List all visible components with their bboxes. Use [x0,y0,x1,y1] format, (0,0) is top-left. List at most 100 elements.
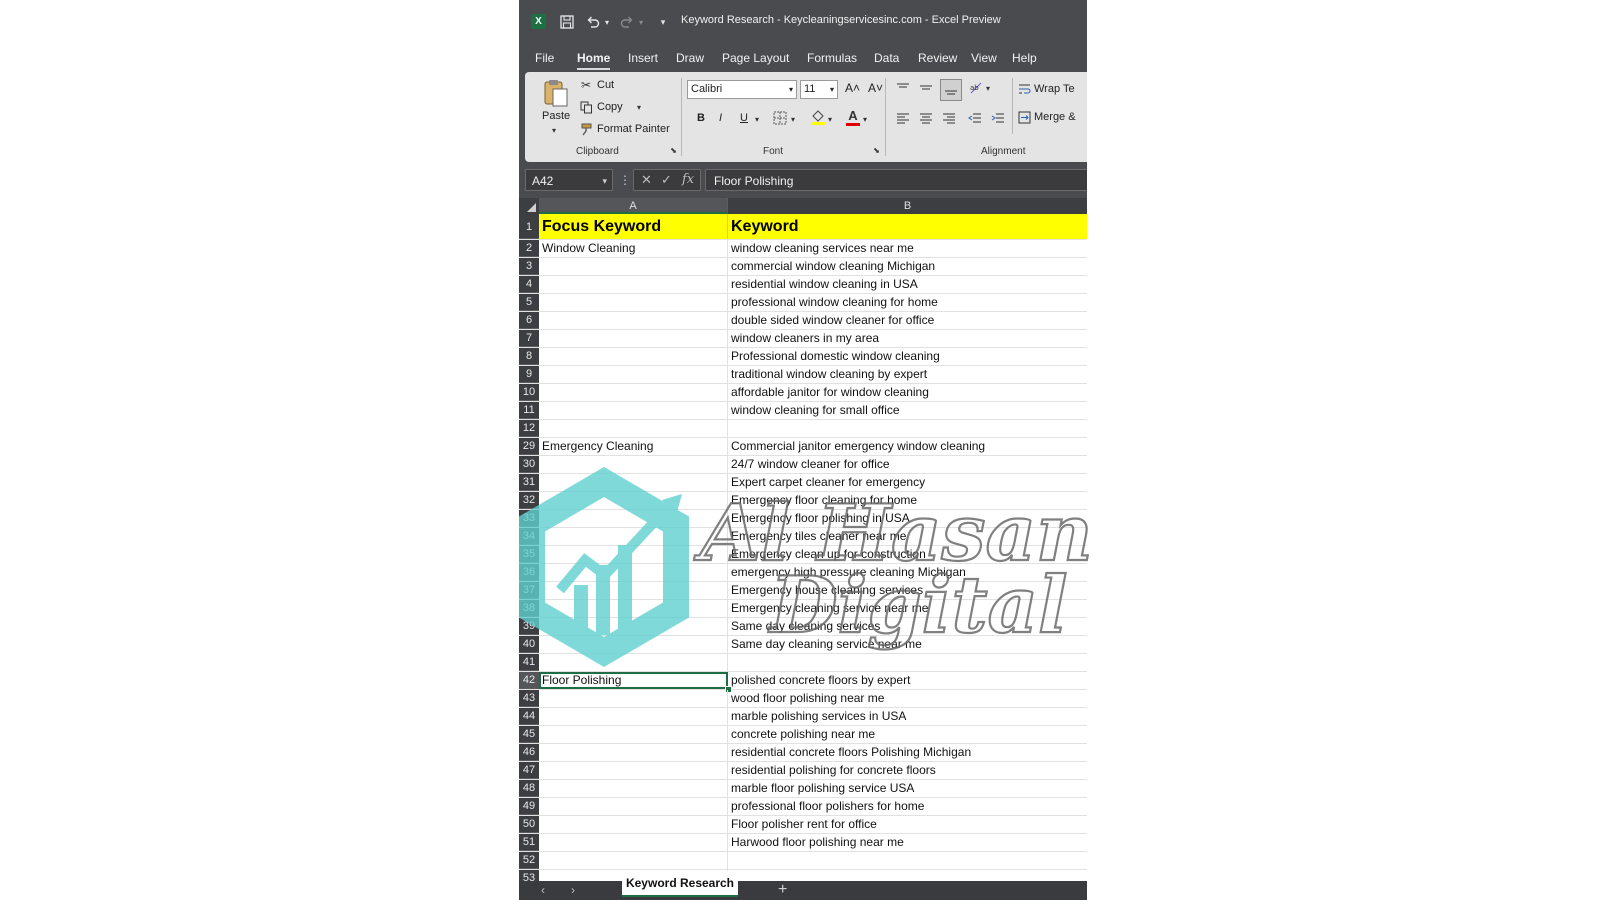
cell-b[interactable]: Commercial janitor emergency window clea… [728,438,1087,455]
next-sheet-icon[interactable]: › [571,883,575,897]
align-center-icon[interactable] [918,110,934,126]
row-number[interactable]: 6 [519,312,539,329]
cell-b[interactable]: marble floor polishing service USA [728,780,1087,797]
cell-a[interactable] [539,528,728,545]
cell-b[interactable]: Emergency house cleaning services [728,582,1087,599]
chevron-down-icon[interactable]: ▾ [602,170,607,192]
cell-b[interactable]: traditional window cleaning by expert [728,366,1087,383]
save-icon[interactable] [559,14,575,30]
orientation-dropdown-icon[interactable]: ▾ [986,84,990,93]
cell-a[interactable] [539,564,728,581]
cut-button[interactable]: Cut [597,79,614,91]
cell-a1[interactable]: Focus Keyword [539,214,728,239]
font-launcher-icon[interactable]: ⬊ [872,146,881,155]
cell-b[interactable]: Emergency tiles cleaner near me [728,528,1087,545]
paste-dropdown-icon[interactable]: ▾ [552,126,556,135]
cancel-icon[interactable]: ✕ [641,172,652,188]
row-number[interactable]: 8 [519,348,539,365]
italic-button[interactable]: I [719,112,722,124]
menu-data[interactable]: Data [874,51,899,65]
cell-a[interactable] [539,258,728,275]
row-number[interactable]: 35 [519,546,539,563]
menu-home[interactable]: Home [577,51,611,70]
sheet-tab-keyword-research[interactable]: Keyword Research [622,871,738,897]
wrap-text-button[interactable]: Wrap Te [1034,83,1075,95]
row-number[interactable]: 51 [519,834,539,851]
cell-a[interactable] [539,276,728,293]
row-number[interactable]: 40 [519,636,539,653]
enter-icon[interactable]: ✓ [661,172,672,188]
row-number[interactable]: 49 [519,798,539,815]
cell-a[interactable]: Window Cleaning [539,240,728,257]
cell-b[interactable]: Professional domestic window cleaning [728,348,1087,365]
row-number[interactable]: 12 [519,420,539,437]
cell-a[interactable] [539,456,728,473]
column-header-b[interactable]: B [728,198,1087,214]
cell-a[interactable] [539,636,728,653]
worksheet-grid[interactable]: 1 Focus Keyword Keyword 2 Window Cleaning… [519,214,1087,881]
row-number[interactable]: 7 [519,330,539,347]
cell-b[interactable]: Emergency floor polishing in USA [728,510,1087,527]
menu-file[interactable]: File [535,51,554,65]
cell-a[interactable]: Emergency Cleaning [539,438,728,455]
cell-a[interactable] [539,690,728,707]
align-left-icon[interactable] [895,110,911,126]
row-number[interactable]: 10 [519,384,539,401]
bold-button[interactable]: B [697,112,705,124]
cell-b[interactable]: professional window cleaning for home [728,294,1087,311]
merge-center-icon[interactable] [1017,110,1031,124]
more-options-icon[interactable]: ⋮ [619,173,631,187]
font-color-icon[interactable]: A [845,108,861,126]
row-number[interactable]: 52 [519,852,539,869]
cell-a[interactable] [539,744,728,761]
cell-b1[interactable]: Keyword [728,214,1087,239]
cell-a[interactable] [539,312,728,329]
align-right-icon[interactable] [941,110,957,126]
copy-icon[interactable] [579,100,593,114]
row-number[interactable]: 33 [519,510,539,527]
menu-view[interactable]: View [971,51,997,65]
row-number[interactable]: 46 [519,744,539,761]
cell-a[interactable] [539,780,728,797]
add-sheet-button[interactable]: + [778,881,787,899]
undo-icon[interactable] [585,14,601,30]
customize-toolbar-icon[interactable]: ▾ [657,14,669,30]
cell-b[interactable]: Same day cleaning services [728,618,1087,635]
paste-icon[interactable] [541,78,571,108]
clipboard-launcher-icon[interactable]: ⬊ [669,146,678,155]
redo-dropdown-icon[interactable]: ▾ [637,14,645,30]
font-color-dropdown-icon[interactable]: ▾ [863,115,867,124]
row-number[interactable]: 29 [519,438,539,455]
font-size-select[interactable]: 11 ▾ [800,80,838,99]
row-number[interactable]: 39 [519,618,539,635]
redo-icon[interactable] [619,14,635,30]
cell-a[interactable]: Floor Polishing [539,672,728,689]
row-number[interactable]: 53 [519,870,539,881]
row-number[interactable]: 37 [519,582,539,599]
cell-a[interactable] [539,618,728,635]
cell-a[interactable] [539,348,728,365]
menu-draw[interactable]: Draw [676,51,704,65]
underline-button[interactable]: U [740,112,748,124]
cell-a[interactable] [539,402,728,419]
cell-b[interactable] [728,852,1087,869]
cell-a[interactable] [539,294,728,311]
cell-b[interactable]: emergency high pressure cleaning Michiga… [728,564,1087,581]
row-number[interactable]: 38 [519,600,539,617]
cell-b[interactable]: window cleaning services near me [728,240,1087,257]
align-bottom-icon[interactable] [940,79,962,101]
row-number[interactable]: 48 [519,780,539,797]
row-number[interactable]: 34 [519,528,539,545]
cell-b[interactable]: window cleaning for small office [728,402,1087,419]
paste-label[interactable]: Paste [542,110,570,122]
cell-b[interactable] [728,870,1087,881]
menu-help[interactable]: Help [1012,51,1037,65]
cell-b[interactable]: Emergency cleaning service near me [728,600,1087,617]
cell-b[interactable]: Emergency clean up for construction [728,546,1087,563]
cell-b[interactable] [728,420,1087,437]
row-number[interactable]: 44 [519,708,539,725]
row-number[interactable]: 5 [519,294,539,311]
cell-b[interactable] [728,654,1087,671]
cell-b[interactable]: commercial window cleaning Michigan [728,258,1087,275]
cell-a[interactable] [539,582,728,599]
